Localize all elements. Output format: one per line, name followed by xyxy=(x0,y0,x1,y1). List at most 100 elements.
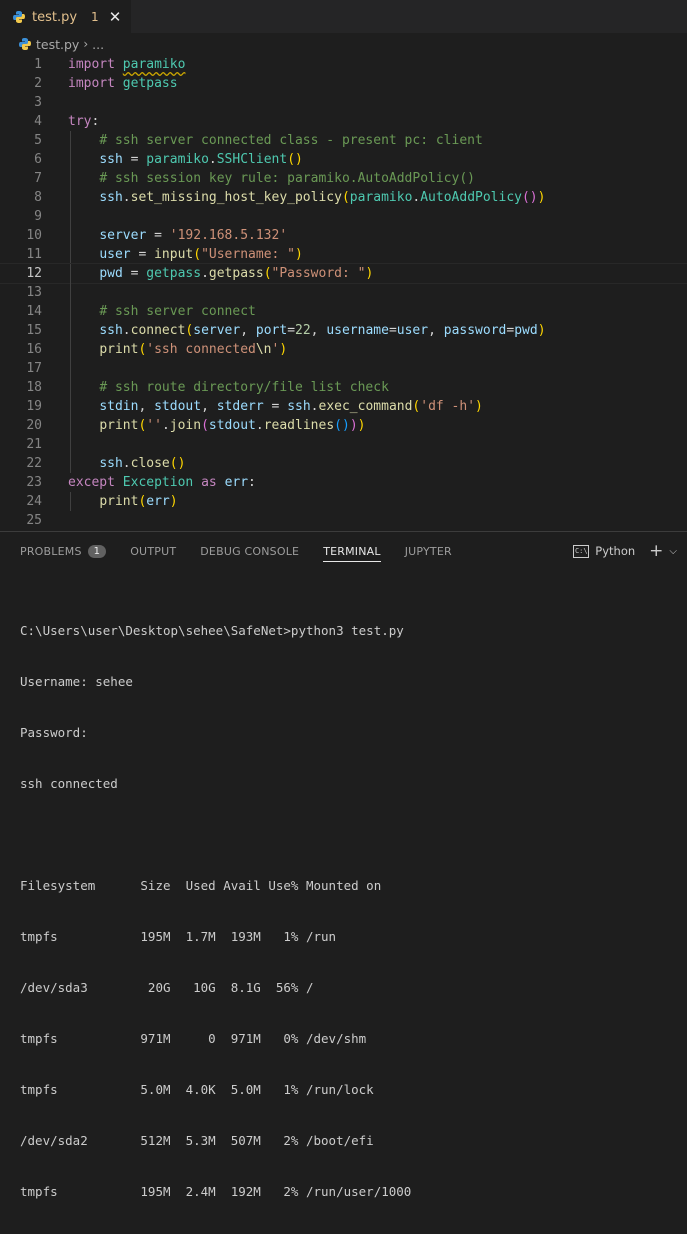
code-line[interactable]: 25 xyxy=(0,511,687,530)
terminal-line: Password: xyxy=(20,725,88,740)
code-text: import getpass xyxy=(68,76,178,91)
code-line[interactable]: 8 ssh.set_missing_host_key_policy(parami… xyxy=(0,188,687,207)
line-number: 13 xyxy=(26,285,42,300)
line-number: 9 xyxy=(34,209,42,224)
code-line[interactable]: 19 stdin, stdout, stderr = ssh.exec_comm… xyxy=(0,397,687,416)
bottom-panel: PROBLEMS 1 OUTPUT DEBUG CONSOLE TERMINAL… xyxy=(0,531,687,1199)
line-number: 16 xyxy=(26,342,42,357)
code-text: stdin, stdout, stderr = ssh.exec_command… xyxy=(99,399,483,414)
line-number: 15 xyxy=(26,323,42,338)
tab-output[interactable]: OUTPUT xyxy=(130,532,176,570)
code-text: pwd = getpass.getpass("Password: ") xyxy=(99,266,374,281)
code-line[interactable]: 17 xyxy=(0,359,687,378)
line-number: 1 xyxy=(34,57,42,72)
line-number: 8 xyxy=(34,190,42,205)
code-line[interactable]: 15 ssh.connect(server, port=22, username… xyxy=(0,321,687,340)
line-number: 10 xyxy=(26,228,42,243)
line-number: 14 xyxy=(26,304,42,319)
terminal-shell-label[interactable]: Python xyxy=(595,544,635,558)
terminal-controls: C:\ Python + ⌵ xyxy=(573,532,677,570)
code-text: server = '192.168.5.132' xyxy=(99,228,288,243)
code-line[interactable]: 3 xyxy=(0,93,687,112)
terminal-line: tmpfs 971M 0 971M 0% /dev/shm xyxy=(20,1031,367,1046)
terminal-line: /dev/sda2 512M 5.3M 507M 2% /boot/efi xyxy=(20,1133,374,1148)
code-line[interactable]: 2 import getpass xyxy=(0,74,687,93)
terminal-line: Username: sehee xyxy=(20,674,133,689)
code-line[interactable]: 23 except Exception as err: xyxy=(0,473,687,492)
python-file-icon xyxy=(18,37,32,51)
code-line[interactable]: 21 xyxy=(0,435,687,454)
code-text: # ssh server connected class - present p… xyxy=(99,133,483,148)
code-text: ssh.connect(server, port=22, username=us… xyxy=(99,323,546,338)
code-line[interactable]: 24 print(err) xyxy=(0,492,687,511)
code-text: import paramiko xyxy=(68,57,186,72)
line-number: 18 xyxy=(26,380,42,395)
code-text: ssh.set_missing_host_key_policy(paramiko… xyxy=(99,190,546,205)
code-line[interactable]: 13 xyxy=(0,283,687,302)
close-icon[interactable]: ✕ xyxy=(109,8,122,26)
code-line-active[interactable]: 12 pwd = getpass.getpass("Password: ") xyxy=(0,263,687,284)
code-text: print(''.join(stdout.readlines())) xyxy=(99,418,366,433)
code-line[interactable]: 16 print('ssh connected\n') xyxy=(0,340,687,359)
line-number: 5 xyxy=(34,133,42,148)
code-line[interactable]: 5 # ssh server connected class - present… xyxy=(0,131,687,150)
add-terminal-button[interactable]: + xyxy=(649,541,663,561)
terminal-line: /dev/sda3 20G 10G 8.1G 56% / xyxy=(20,980,314,995)
code-line[interactable]: 1 import paramiko xyxy=(0,55,687,74)
tab-jupyter[interactable]: JUPYTER xyxy=(405,532,452,570)
line-number: 11 xyxy=(26,247,42,262)
tab-terminal[interactable]: TERMINAL xyxy=(323,532,381,570)
code-text: user = input("Username: ") xyxy=(99,247,303,262)
code-line[interactable]: 6 ssh = paramiko.SSHClient() xyxy=(0,150,687,169)
tab-debug-console[interactable]: DEBUG CONSOLE xyxy=(200,532,299,570)
code-text: print(err) xyxy=(99,494,178,509)
chevron-down-icon[interactable]: ⌵ xyxy=(669,546,677,557)
line-number: 12 xyxy=(26,266,42,281)
terminal-line: ssh connected xyxy=(20,776,118,791)
code-line[interactable]: 18 # ssh route directory/file list check xyxy=(0,378,687,397)
code-text: # ssh route directory/file list check xyxy=(99,380,389,395)
code-line[interactable]: 20 print(''.join(stdout.readlines())) xyxy=(0,416,687,435)
code-line[interactable]: 4 try: xyxy=(0,112,687,131)
line-number: 6 xyxy=(34,152,42,167)
code-line[interactable]: 10 server = '192.168.5.132' xyxy=(0,226,687,245)
line-number: 25 xyxy=(26,513,42,528)
terminal-line: tmpfs 5.0M 4.0K 5.0M 1% /run/lock xyxy=(20,1082,374,1097)
code-line[interactable]: 22 ssh.close() xyxy=(0,454,687,473)
line-number: 23 xyxy=(26,475,42,490)
terminal-line: tmpfs 195M 2.4M 192M 2% /run/user/1000 xyxy=(20,1184,412,1199)
code-text: ssh.close() xyxy=(99,456,186,471)
line-number: 4 xyxy=(34,114,42,129)
breadcrumb-more[interactable]: ... xyxy=(92,37,104,52)
chevron-right-icon: › xyxy=(83,37,89,51)
line-number: 3 xyxy=(34,95,42,110)
code-line[interactable]: 7 # ssh session key rule: paramiko.AutoA… xyxy=(0,169,687,188)
tab-label: test.py xyxy=(32,9,78,25)
terminal-output[interactable]: C:\Users\user\Desktop\sehee\SafeNet>pyth… xyxy=(20,588,411,1234)
line-number: 19 xyxy=(26,399,42,414)
code-line[interactable]: 14 # ssh server connect xyxy=(0,302,687,321)
problems-badge: 1 xyxy=(87,544,107,558)
breadcrumb: test.py › ... xyxy=(0,33,687,55)
code-text: try: xyxy=(68,114,100,129)
code-text: print('ssh connected\n') xyxy=(99,342,288,357)
line-number: 24 xyxy=(26,494,42,509)
code-line[interactable]: 11 user = input("Username: ") xyxy=(0,245,687,264)
code-text: except Exception as err: xyxy=(68,475,256,490)
breadcrumb-file[interactable]: test.py xyxy=(36,37,79,52)
line-number: 2 xyxy=(34,76,42,91)
tab-problems-count: 1 xyxy=(91,10,99,24)
line-number: 17 xyxy=(26,361,42,376)
tab-test-py[interactable]: test.py 1 ✕ xyxy=(0,0,132,33)
line-number: 7 xyxy=(34,171,42,186)
editor-tab-bar: test.py 1 ✕ xyxy=(0,0,687,33)
python-file-icon xyxy=(12,10,26,24)
line-number: 20 xyxy=(26,418,42,433)
code-text: # ssh session key rule: paramiko.AutoAdd… xyxy=(99,171,475,186)
code-line[interactable]: 9 xyxy=(0,207,687,226)
code-editor[interactable]: 1 import paramiko 2 import getpass 3 4 try:… xyxy=(0,55,687,530)
line-number: 21 xyxy=(26,437,42,452)
tab-problems[interactable]: PROBLEMS 1 xyxy=(20,532,107,570)
terminal-line: C:\Users\user\Desktop\sehee\SafeNet>pyth… xyxy=(20,623,404,638)
